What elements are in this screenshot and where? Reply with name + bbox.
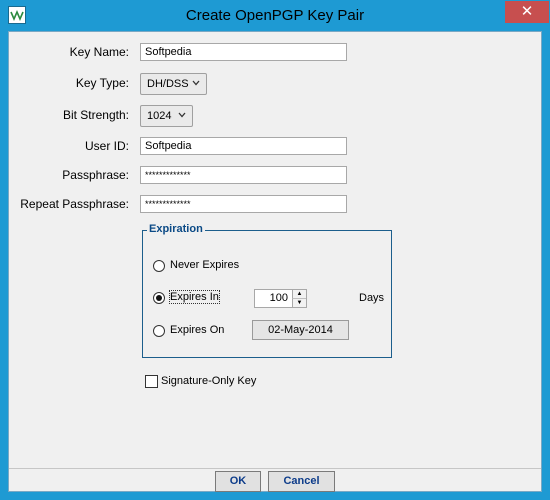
dialog-window: Create OpenPGP Key Pair ✕ Key Name: Soft… [0,0,550,500]
close-button[interactable]: ✕ [505,1,549,23]
dialog-client-area: Key Name: Softpedia Key Type: DH/DSS Bit… [8,31,542,492]
signature-only-checkbox[interactable] [145,375,158,388]
footer-divider [9,468,541,469]
expires-on-label: Expires On [170,324,225,336]
days-label: Days [359,292,385,304]
ok-button[interactable]: OK [215,471,261,492]
repeat-passphrase-label: Repeat Passphrase: [20,197,129,211]
title-bar[interactable]: Create OpenPGP Key Pair ✕ [0,0,550,31]
chevron-down-icon [178,112,186,118]
spinner-up-icon[interactable]: ▲ [292,290,306,299]
expires-on-radio[interactable] [153,325,165,337]
expires-in-days-spinner[interactable]: 100 ▲ ▼ [254,289,307,308]
user-id-input[interactable]: Softpedia [140,137,347,155]
key-type-label: Key Type: [75,76,129,90]
key-type-dropdown[interactable]: DH/DSS [140,73,207,95]
passphrase-input[interactable]: ************* [140,166,347,184]
repeat-passphrase-input[interactable]: ************* [140,195,347,213]
passphrase-label: Passphrase: [62,168,129,182]
chevron-down-icon [192,80,200,86]
expiration-group-title: Expiration [147,223,205,235]
signature-only-label: Signature-Only Key [161,375,257,387]
key-name-input[interactable]: Softpedia [140,43,347,61]
expires-in-radio[interactable] [153,292,165,304]
bit-strength-value: 1024 [147,110,172,122]
never-expires-label: Never Expires [170,259,240,271]
cancel-button[interactable]: Cancel [268,471,335,492]
expires-on-date-button[interactable]: 02-May-2014 [252,320,349,340]
expires-in-label: Expires In [169,290,220,304]
key-type-value: DH/DSS [147,78,189,90]
user-id-label: User ID: [84,139,129,153]
bit-strength-label: Bit Strength: [62,108,129,122]
spinner-down-icon[interactable]: ▼ [292,299,306,307]
expires-in-days-value: 100 [269,292,288,304]
window-title: Create OpenPGP Key Pair [185,7,365,24]
never-expires-radio[interactable] [153,260,165,272]
key-name-label: Key Name: [69,45,129,59]
bit-strength-dropdown[interactable]: 1024 [140,105,193,127]
